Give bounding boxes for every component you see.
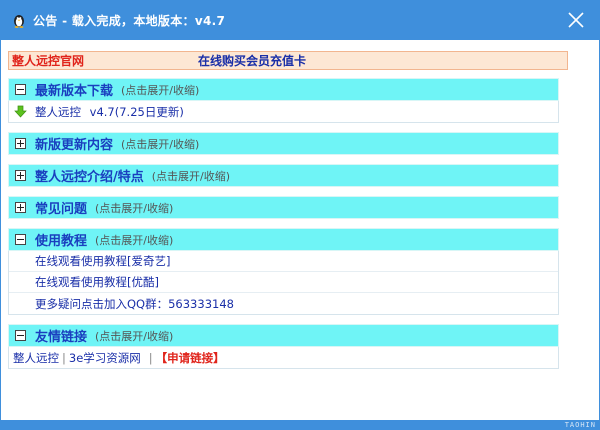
section-title: 新版更新内容 [35,138,114,153]
download-arrow-icon [14,105,27,118]
section-tutorial-header[interactable]: 使用教程 (点击展开/收缩) [8,228,559,251]
friend-link-3e-resources[interactable]: 3e学习资源网 [69,350,141,366]
close-icon[interactable] [566,10,586,30]
section-title: 整人远控介绍/特点 [35,170,144,185]
sections-list: 最新版本下载 (点击展开/收缩) 整人远控 v4.7(7.25日更新) 新版更新… [8,78,559,369]
friend-link-prank-remote[interactable]: 整人远控 [13,350,59,366]
section-latest-download-header[interactable]: 最新版本下载 (点击展开/收缩) [8,78,559,101]
penguin-icon [14,15,24,28]
section-title: 使用教程 [35,234,88,249]
title-bar: 公告 - 载入完成，本地版本：v4.7 [0,0,600,40]
friend-links-row: 整人远控 | 3e学习资源网 | 【申请链接】 [8,347,559,369]
collapse-icon[interactable] [15,84,26,95]
qq-group-link[interactable]: 更多疑问点击加入QQ群：563333148 [35,296,234,312]
window-title: 公告 - 载入完成，本地版本：v4.7 [33,13,226,28]
qq-group-label: 更多疑问点击加入QQ群： [35,296,169,311]
section-tutorial-body: 在线观看使用教程[爱奇艺] 在线观看使用教程[优酷] 更多疑问点击加入QQ群：5… [8,251,559,315]
watermark-text: TAOHIN [564,421,596,429]
section-hint: (点击展开/收缩) [95,329,174,343]
section-title: 最新版本下载 [35,84,114,99]
section-update-content-header[interactable]: 新版更新内容 (点击展开/收缩) [8,132,559,155]
download-version: v4.7(7.25日更新) [89,104,184,119]
expand-icon[interactable] [15,138,26,149]
announcement-content: 整人远控官网 在线购买会员充值卡 最新版本下载 (点击展开/收缩) 整人远控 v… [0,40,600,420]
section-latest-download-body: 整人远控 v4.7(7.25日更新) [8,101,559,123]
section-faq-header[interactable]: 常见问题 (点击展开/收缩) [8,196,559,219]
collapse-icon[interactable] [15,234,26,245]
official-site-link[interactable]: 整人远控官网 [12,52,84,69]
apply-link-button[interactable]: 【申请链接】 [156,350,225,366]
list-item: 更多疑问点击加入QQ群：563333148 [9,293,558,314]
download-link[interactable]: 整人远控 v4.7(7.25日更新) [35,104,184,120]
section-hint: (点击展开/收缩) [151,169,231,183]
section-title: 友情链接 [35,330,88,345]
link-separator: | [62,350,66,365]
status-bar [0,420,600,430]
section-friend-links-header[interactable]: 友情链接 (点击展开/收缩) [8,324,559,347]
section-hint: (点击展开/收缩) [95,201,174,215]
section-hint: (点击展开/收缩) [121,83,200,97]
section-title: 常见问题 [35,202,88,217]
download-label: 整人远控 [35,104,81,119]
list-item: 整人远控 v4.7(7.25日更新) [9,101,558,122]
link-separator: | [148,350,153,365]
section-hint: (点击展开/收缩) [121,137,200,151]
tutorial-iqiyi-link[interactable]: 在线观看使用教程[爱奇艺] [35,253,170,269]
link-bar: 整人远控官网 在线购买会员充值卡 [8,51,568,70]
collapse-icon[interactable] [15,330,26,341]
list-item: 在线观看使用教程[优酷] [9,272,558,293]
qq-group-number: 563333148 [168,296,234,311]
section-intro-features-header[interactable]: 整人远控介绍/特点 (点击展开/收缩) [8,164,559,187]
section-hint: (点击展开/收缩) [95,233,174,247]
list-item: 在线观看使用教程[爱奇艺] [9,251,558,272]
buy-card-link[interactable]: 在线购买会员充值卡 [198,52,306,69]
tutorial-youku-link[interactable]: 在线观看使用教程[优酷] [35,274,159,290]
expand-icon[interactable] [15,202,26,213]
expand-icon[interactable] [15,170,26,181]
